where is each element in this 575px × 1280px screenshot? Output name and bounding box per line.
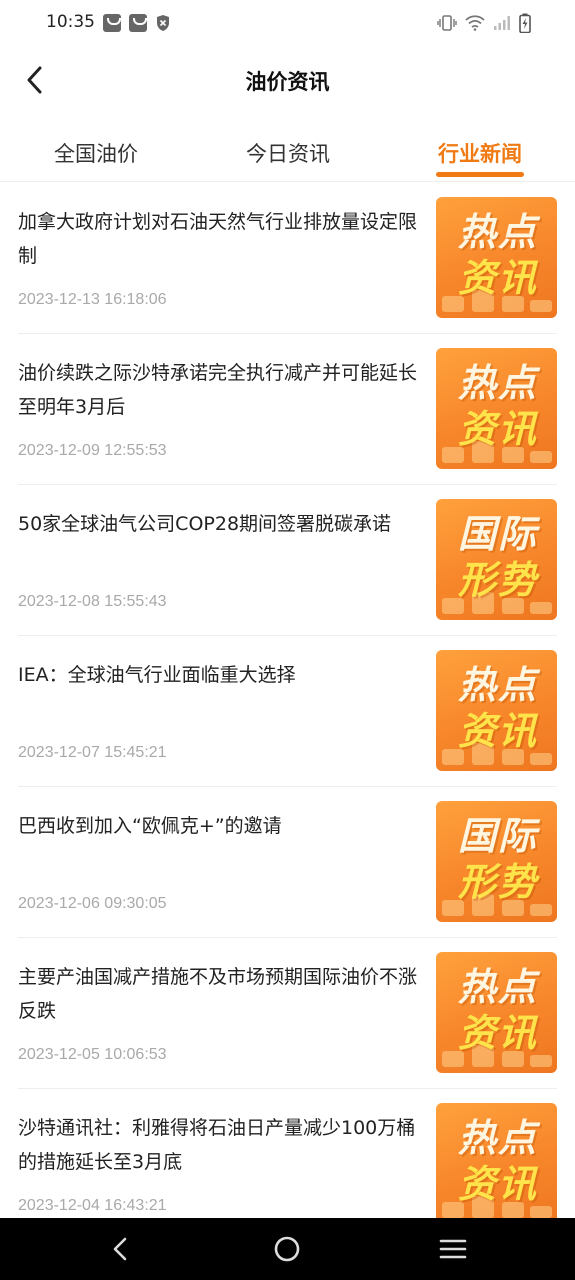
- news-item[interactable]: 加拿大政府计划对石油天然气行业排放量设定限制 2023-12-13 16:18:…: [18, 183, 557, 334]
- app-header: 油价资讯: [0, 46, 575, 116]
- thumbnail-label-line2: 资讯: [457, 1162, 538, 1206]
- tab-national-oil-price[interactable]: 全国油价: [52, 138, 140, 168]
- thumbnail-label-line2: 资讯: [457, 256, 538, 300]
- news-title: 加拿大政府计划对石油天然气行业排放量设定限制: [18, 211, 418, 267]
- news-thumbnail: 热点 资讯: [436, 650, 557, 771]
- news-date: 2023-12-08 15:55:43: [18, 593, 167, 610]
- battery-charging-icon: [519, 13, 531, 37]
- menu-nav-button[interactable]: [436, 1232, 470, 1266]
- news-item[interactable]: 油价续跌之际沙特承诺完全执行减产并可能延长至明年3月后 2023-12-09 1…: [18, 334, 557, 485]
- news-title: 巴西收到加入“欧佩克+”的邀请: [18, 815, 282, 837]
- status-bar: 10:35: [0, 0, 575, 46]
- menu-nav-icon: [439, 1239, 467, 1259]
- thumbnail-label-line1: 热点: [457, 965, 538, 1009]
- thumbnail-label-line1: 热点: [457, 210, 538, 254]
- page-title: 油价资讯: [245, 70, 330, 94]
- news-title: 50家全球油气公司COP28期间签署脱碳承诺: [18, 513, 392, 535]
- home-nav-icon: [274, 1236, 300, 1262]
- thumbnail-label-line1: 热点: [457, 1116, 538, 1160]
- shield-notification-icon: [155, 14, 173, 32]
- thumbnail-label-line1: 热点: [457, 361, 538, 405]
- category-tabs: 全国油价 今日资讯 行业新闻: [0, 124, 575, 182]
- news-item[interactable]: 沙特通讯社：利雅得将石油日产量减少100万桶的措施延长至3月底 2023-12-…: [18, 1089, 557, 1218]
- bag-notification-icon: [129, 14, 147, 32]
- wifi-icon: [465, 15, 485, 35]
- back-nav-icon: [113, 1237, 127, 1261]
- news-item[interactable]: 巴西收到加入“欧佩克+”的邀请 2023-12-06 09:30:05 国际 形…: [18, 787, 557, 938]
- news-item[interactable]: 50家全球油气公司COP28期间签署脱碳承诺 2023-12-08 15:55:…: [18, 485, 557, 636]
- thumbnail-label-line1: 热点: [457, 663, 538, 707]
- news-date: 2023-12-09 12:55:53: [18, 442, 167, 459]
- tab-industry-news[interactable]: 行业新闻: [436, 138, 524, 168]
- news-thumbnail: 热点 资讯: [436, 197, 557, 318]
- thumbnail-label-line2: 资讯: [457, 407, 538, 451]
- news-list[interactable]: 加拿大政府计划对石油天然气行业排放量设定限制 2023-12-13 16:18:…: [0, 183, 575, 1218]
- news-thumbnail: 国际 形势: [436, 499, 557, 620]
- news-thumbnail: 热点 资讯: [436, 348, 557, 469]
- news-item[interactable]: 主要产油国减产措施不及市场预期国际油价不涨反跌 2023-12-05 10:06…: [18, 938, 557, 1089]
- news-title: 主要产油国减产措施不及市场预期国际油价不涨反跌: [18, 966, 418, 1022]
- news-title: IEA：全球油气行业面临重大选择: [18, 664, 296, 686]
- news-thumbnail: 热点 资讯: [436, 952, 557, 1073]
- thumbnail-label-line1: 国际: [457, 512, 538, 556]
- news-title: 沙特通讯社：利雅得将石油日产量减少100万桶的措施延长至3月底: [18, 1117, 416, 1173]
- thumbnail-label-line2: 形势: [457, 860, 538, 904]
- active-tab-indicator: [436, 172, 524, 177]
- bag-notification-icon: [103, 14, 121, 32]
- thumbnail-label-line2: 资讯: [457, 709, 538, 753]
- news-date: 2023-12-05 10:06:53: [18, 1046, 167, 1063]
- news-date: 2023-12-04 16:43:21: [18, 1197, 167, 1214]
- status-time: 10:35: [46, 12, 95, 32]
- status-icons: [437, 13, 531, 37]
- thumbnail-label-line1: 国际: [457, 814, 538, 858]
- news-date: 2023-12-06 09:30:05: [18, 895, 167, 912]
- tab-today-news[interactable]: 今日资讯: [244, 138, 332, 168]
- signal-icon: [493, 15, 511, 35]
- system-nav-bar: [0, 1218, 575, 1280]
- home-nav-button[interactable]: [270, 1232, 304, 1266]
- news-date: 2023-12-13 16:18:06: [18, 291, 167, 308]
- news-thumbnail: 热点 资讯: [436, 1103, 557, 1218]
- thumbnail-label-line2: 形势: [457, 558, 538, 602]
- thumbnail-label-line2: 资讯: [457, 1011, 538, 1055]
- news-title: 油价续跌之际沙特承诺完全执行减产并可能延长至明年3月后: [18, 362, 418, 418]
- back-nav-button[interactable]: [104, 1232, 138, 1266]
- news-date: 2023-12-07 15:45:21: [18, 744, 167, 761]
- vibrate-icon: [437, 14, 457, 36]
- news-thumbnail: 国际 形势: [436, 801, 557, 922]
- news-item[interactable]: IEA：全球油气行业面临重大选择 2023-12-07 15:45:21 热点 …: [18, 636, 557, 787]
